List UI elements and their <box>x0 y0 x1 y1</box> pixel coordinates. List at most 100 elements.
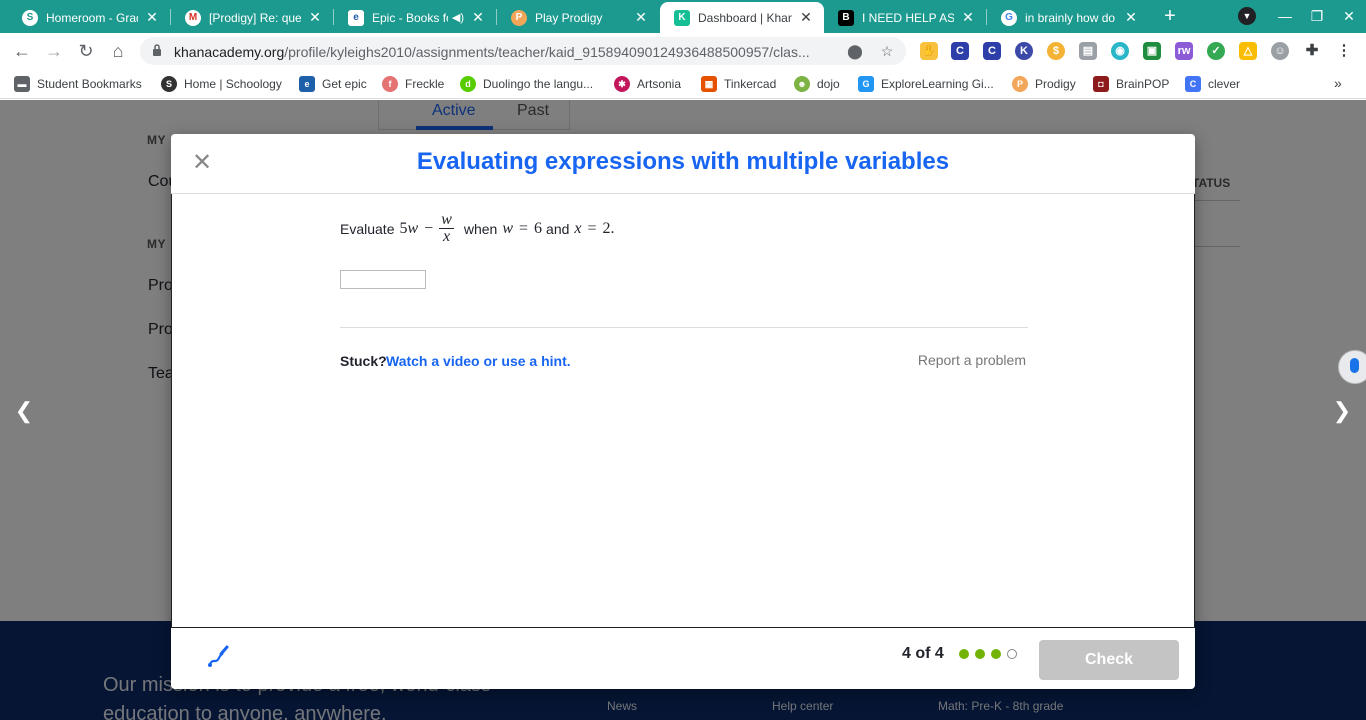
browser-tab-epic[interactable]: e Epic - Books fo ◀) ✕ <box>334 2 496 33</box>
brainpop-icon: ◘ <box>1093 76 1109 92</box>
bookmark-label: Home | Schoology <box>184 77 282 91</box>
bookmark-home-schoology[interactable]: S Home | Schoology <box>161 75 282 93</box>
check-button[interactable]: Check <box>1039 640 1179 680</box>
close-icon[interactable]: ✕ <box>470 9 486 26</box>
bookmark-dojo[interactable]: ☻ dojo <box>794 75 840 93</box>
stuck-label: Stuck? <box>340 353 387 369</box>
question-when: when <box>463 220 498 237</box>
question-text: Evaluate 5 w − w x when w = 6 and x = 2 <box>340 212 619 245</box>
chevron-right-icon[interactable]: ❯ <box>1330 399 1354 423</box>
bookmark-tinkercad[interactable]: ▦ Tinkercad <box>701 75 776 93</box>
close-icon[interactable]: ✕ <box>307 9 323 26</box>
answer-input[interactable] <box>340 270 426 289</box>
tab-search-icon[interactable]: ▼ <box>1238 7 1256 25</box>
new-tab-button[interactable]: + <box>1158 4 1182 28</box>
bookmark-label: ExploreLearning Gi... <box>881 77 994 91</box>
clever-icon: C <box>1185 76 1201 92</box>
extensions-puzzle-icon[interactable]: ✚ <box>1303 42 1321 60</box>
schoology-s-icon: S <box>161 76 177 92</box>
browser-tab-prodigy-mail[interactable]: M [Prodigy] Re: quest ✕ <box>171 2 333 33</box>
explorelearning-icon: G <box>858 76 874 92</box>
exercise-modal: ✕ Evaluating expressions with multiple v… <box>171 134 1195 689</box>
url-text[interactable]: khanacademy.org/profile/kyleighs2010/ass… <box>174 44 834 60</box>
math-expression: 5 w − w x <box>399 211 454 245</box>
close-icon[interactable]: ✕ <box>798 9 814 26</box>
bookmark-label: Get epic <box>322 77 367 91</box>
scratchpad-pencil-icon[interactable] <box>204 644 230 670</box>
bookmark-freckle[interactable]: f Freckle <box>382 75 444 93</box>
extension-shield-icon[interactable]: ◉ <box>1111 42 1129 60</box>
extension-compass-icon[interactable]: ✓ <box>1207 42 1225 60</box>
browser-tab-khan-dashboard[interactable]: K Dashboard | Khan ✕ <box>660 2 824 33</box>
microphone-icon[interactable] <box>1338 350 1366 384</box>
extension-coin-icon[interactable]: $ <box>1047 42 1065 60</box>
extension-puzzle-purple-icon[interactable]: rw <box>1175 42 1193 60</box>
extension-c-icon[interactable]: C <box>983 42 1001 60</box>
window-close-icon[interactable]: ✕ <box>1334 5 1364 27</box>
report-problem-link[interactable]: Report a problem <box>918 352 1026 368</box>
extension-robot-icon[interactable]: ☺ <box>1271 42 1289 60</box>
gmail-icon: M <box>185 9 201 26</box>
chevron-left-icon[interactable]: ❮ <box>12 399 36 423</box>
back-icon[interactable]: ← <box>10 39 34 63</box>
body-divider <box>340 327 1028 328</box>
exercise-title: Evaluating expressions with multiple var… <box>416 148 950 175</box>
close-icon[interactable]: ✕ <box>144 9 160 26</box>
math-condition-x: x = 2 . <box>574 219 615 237</box>
progress-dot-incomplete <box>1007 649 1017 659</box>
menu-kebab-icon[interactable]: ⋮ <box>1335 42 1353 60</box>
google-icon: G <box>1001 9 1017 26</box>
bookmark-label: Freckle <box>405 77 445 91</box>
fraction: w x <box>439 211 454 245</box>
browser-tab-brainly-help[interactable]: B I NEED HELP ASA ✕ <box>824 2 986 33</box>
extension-k-icon[interactable]: K <box>1015 42 1033 60</box>
bookmark-label: Artsonia <box>637 77 682 91</box>
close-icon[interactable]: ✕ <box>960 9 976 26</box>
tinkercad-icon: ▦ <box>701 76 717 92</box>
minimize-icon[interactable]: — <box>1270 5 1300 27</box>
hint-link[interactable]: Watch a video or use a hint. <box>386 353 571 369</box>
schoology-s-icon: S <box>22 9 38 26</box>
close-icon[interactable]: ✕ <box>633 9 649 26</box>
bookmark-artsonia[interactable]: ✱ Artsonia <box>614 75 681 93</box>
lock-icon <box>153 44 161 56</box>
reload-icon[interactable]: ↻ <box>74 39 98 63</box>
restore-icon[interactable]: ❐ <box>1302 5 1332 27</box>
bookmark-brainpop[interactable]: ◘ BrainPOP <box>1093 75 1169 93</box>
extension-classroom-icon[interactable]: ▣ <box>1143 42 1161 60</box>
tab-title: Play Prodigy <box>535 10 603 25</box>
progress-dot-complete <box>991 649 1001 659</box>
browser-tab-play-prodigy[interactable]: P Play Prodigy ✕ <box>497 2 659 33</box>
speaker-icon[interactable]: ◀) <box>452 11 464 24</box>
bookmark-label: Duolingo the langu... <box>483 77 594 91</box>
home-icon[interactable]: ⌂ <box>106 39 130 63</box>
close-icon[interactable]: ✕ <box>1123 9 1139 26</box>
forward-icon[interactable]: → <box>42 39 66 63</box>
brainly-icon: B <box>838 9 854 26</box>
extension-pages-icon[interactable]: ▤ <box>1079 42 1097 60</box>
bookmarks-overflow-icon[interactable]: » <box>1334 75 1342 91</box>
bookmark-star-icon[interactable]: ☆ <box>878 42 896 60</box>
google-drive-icon[interactable]: △ <box>1239 42 1257 60</box>
extension-c-icon[interactable]: C <box>951 42 969 60</box>
bookmark-student-bookmarks[interactable]: ▬ Student Bookmarks <box>14 75 142 93</box>
bookmark-get-epic[interactable]: e Get epic <box>299 75 367 93</box>
bookmark-label: clever <box>1208 77 1241 91</box>
extension-hand-icon[interactable]: ✋ <box>920 42 938 60</box>
browser-tab-google-search[interactable]: G in brainly how do ✕ <box>987 2 1149 33</box>
bookmark-clever[interactable]: C clever <box>1185 75 1240 93</box>
location-pin-icon[interactable]: ⬤ <box>846 42 864 60</box>
tab-title: Epic - Books fo <box>372 10 448 25</box>
classdojo-icon: ☻ <box>794 76 810 92</box>
bookmark-label: Student Bookmarks <box>37 77 142 91</box>
bookmark-explorelearning[interactable]: G ExploreLearning Gi... <box>858 75 994 93</box>
bookmark-prodigy[interactable]: P Prodigy <box>1012 75 1076 93</box>
tab-title: Dashboard | Khan <box>698 10 792 25</box>
epic-icon: e <box>299 76 315 92</box>
question-prefix: Evaluate <box>340 220 395 237</box>
browser-tab-homeroom[interactable]: S Homeroom - Grad ✕ <box>8 2 170 33</box>
freckle-icon: f <box>382 76 398 92</box>
bookmark-duolingo[interactable]: d Duolingo the langu... <box>460 75 593 93</box>
address-bar[interactable]: khanacademy.org/profile/kyleighs2010/ass… <box>140 37 906 65</box>
prodigy-icon: P <box>1012 76 1028 92</box>
